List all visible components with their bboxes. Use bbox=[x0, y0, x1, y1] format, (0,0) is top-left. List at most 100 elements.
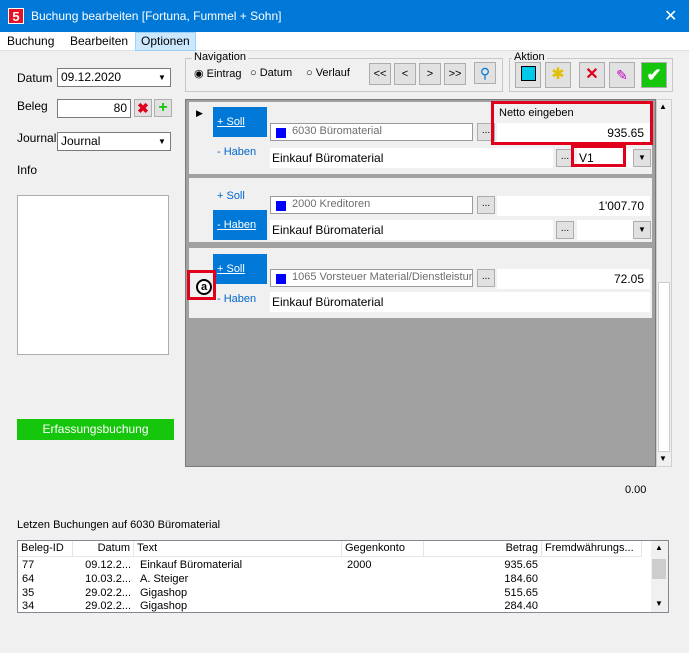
soll-button[interactable]: + Soll bbox=[213, 107, 267, 137]
column-header[interactable]: Betrag bbox=[424, 541, 542, 557]
info-textarea[interactable] bbox=[17, 195, 169, 355]
menu-buchung[interactable]: Buchung bbox=[7, 34, 54, 48]
chevron-down-icon[interactable]: ▼ bbox=[633, 221, 651, 239]
text-field[interactable]: Einkauf Büromaterial bbox=[270, 148, 553, 168]
clear-icon[interactable]: ✎ bbox=[609, 62, 635, 88]
copy-icon[interactable] bbox=[515, 62, 541, 88]
history-title: Letzen Buchungen auf 6030 Büromaterial bbox=[17, 519, 221, 531]
datum-label: Datum bbox=[17, 71, 53, 85]
vat-select[interactable] bbox=[577, 220, 634, 240]
scroll-thumb[interactable] bbox=[658, 282, 670, 452]
chevron-down-icon[interactable]: ▼ bbox=[633, 149, 651, 167]
account-browse-button[interactable]: ... bbox=[477, 196, 495, 214]
soll-button[interactable]: + Soll bbox=[213, 181, 267, 211]
nav-first-button[interactable]: << bbox=[369, 63, 391, 85]
haben-button[interactable]: - Haben bbox=[213, 137, 267, 167]
table-cell: 29.02.2... bbox=[85, 587, 131, 599]
erfassungsbuchung-button[interactable]: Erfassungsbuchung bbox=[17, 419, 174, 440]
table-cell: 09.12.2... bbox=[85, 559, 131, 571]
chevron-down-icon[interactable]: ▼ bbox=[154, 133, 170, 150]
column-header[interactable]: Text bbox=[134, 541, 342, 557]
account-color-icon bbox=[276, 274, 286, 284]
table-cell: 34 bbox=[22, 600, 35, 612]
table-cell: 284.40 bbox=[504, 600, 538, 612]
text-field[interactable]: Einkauf Büromaterial bbox=[270, 292, 650, 312]
history-table[interactable]: Beleg-ID Datum Text Gegenkonto Betrag Fr… bbox=[17, 540, 669, 613]
table-cell: 35 bbox=[22, 587, 35, 599]
soll-button[interactable]: + Soll bbox=[213, 254, 267, 284]
account-text: 2000 Kreditoren bbox=[292, 198, 371, 210]
haben-button[interactable]: - Haben bbox=[213, 210, 267, 240]
nav-last-button[interactable]: >> bbox=[444, 63, 466, 85]
datum-field[interactable]: 09.12.2020 ▼ bbox=[57, 68, 171, 87]
text-browse-button[interactable]: ... bbox=[556, 221, 574, 239]
balance-value: 0.00 bbox=[625, 484, 647, 496]
amount-field[interactable]: 1'007.70 bbox=[497, 196, 650, 216]
confirm-icon[interactable]: ✔ bbox=[641, 62, 667, 88]
table-cell: 935.65 bbox=[504, 559, 538, 571]
menu-bar: Buchung Bearbeiten Optionen bbox=[0, 32, 689, 51]
account-text: 6030 Büromaterial bbox=[292, 125, 382, 137]
entries-scrollbar[interactable]: ▲ ▼ bbox=[656, 99, 672, 467]
nav-next-button[interactable]: > bbox=[419, 63, 441, 85]
table-cell: 2000 bbox=[347, 559, 372, 571]
title-bar: 5 Buchung bearbeiten [Fortuna, Fummel + … bbox=[0, 0, 689, 32]
table-cell: 29.02.2... bbox=[85, 600, 131, 612]
table-cell: Gigashop bbox=[140, 587, 188, 599]
beleg-label: Beleg bbox=[17, 99, 48, 113]
haben-button[interactable]: - Haben bbox=[213, 284, 267, 314]
search-icon[interactable]: ⚲ bbox=[474, 62, 496, 84]
delete-icon[interactable]: ✖ bbox=[134, 99, 152, 117]
account-field[interactable]: 2000 Kreditoren bbox=[270, 196, 473, 214]
journal-select[interactable]: Journal ▼ bbox=[57, 132, 171, 151]
highlight-marker bbox=[187, 270, 216, 300]
table-cell: 10.03.2... bbox=[85, 573, 131, 585]
menu-optionen[interactable]: Optionen bbox=[135, 32, 196, 51]
row-pointer-icon: ▶ bbox=[196, 108, 203, 118]
column-header[interactable]: Datum bbox=[73, 541, 134, 557]
app-icon: 5 bbox=[8, 8, 24, 24]
new-icon[interactable]: ✱ bbox=[545, 62, 571, 88]
window-title: Buchung bearbeiten [Fortuna, Fummel + So… bbox=[31, 9, 282, 23]
table-cell: Einkauf Büromaterial bbox=[140, 559, 243, 571]
chevron-down-icon[interactable]: ▼ bbox=[154, 69, 170, 86]
close-icon[interactable]: ✕ bbox=[664, 6, 677, 26]
account-browse-button[interactable]: ... bbox=[477, 269, 495, 287]
scroll-up-icon[interactable]: ▲ bbox=[655, 543, 663, 552]
radio-eintrag[interactable]: ◉ Eintrag bbox=[194, 67, 242, 80]
scroll-thumb[interactable] bbox=[652, 559, 666, 579]
highlight-netto bbox=[491, 101, 653, 145]
account-field[interactable]: 1065 Vorsteuer Material/Dienstleistungen bbox=[270, 269, 473, 287]
nav-prev-button[interactable]: < bbox=[394, 63, 416, 85]
column-header[interactable]: Fremdwährungs... bbox=[542, 541, 642, 557]
amount-field[interactable]: 72.05 bbox=[497, 269, 650, 289]
table-cell: 77 bbox=[22, 559, 35, 571]
text-field[interactable]: Einkauf Büromaterial bbox=[270, 220, 553, 240]
account-color-icon bbox=[276, 128, 286, 138]
entry-row: + Soll - Haben a 1065 Vorsteuer Material… bbox=[189, 248, 652, 318]
menu-bearbeiten[interactable]: Bearbeiten bbox=[70, 34, 128, 48]
column-header[interactable]: Beleg-ID bbox=[18, 541, 73, 557]
info-label: Info bbox=[17, 163, 38, 177]
table-cell: 515.65 bbox=[504, 587, 538, 599]
radio-verlauf[interactable]: ○ Verlauf bbox=[306, 67, 350, 79]
radio-verlauf-label: Verlauf bbox=[315, 67, 350, 79]
account-color-icon bbox=[276, 201, 286, 211]
radio-datum[interactable]: ○ Datum bbox=[250, 67, 292, 79]
table-cell: 184.60 bbox=[504, 573, 538, 585]
column-header[interactable]: Gegenkonto bbox=[342, 541, 424, 557]
scroll-up-icon[interactable]: ▲ bbox=[659, 102, 667, 111]
delete-entry-icon[interactable]: ✕ bbox=[579, 62, 605, 88]
radio-datum-label: Datum bbox=[259, 67, 293, 79]
account-field[interactable]: 6030 Büromaterial bbox=[270, 123, 473, 141]
beleg-field[interactable]: 80 bbox=[57, 99, 131, 118]
navigation-label: Navigation bbox=[192, 51, 248, 63]
account-text: 1065 Vorsteuer Material/Dienstleistungen bbox=[292, 271, 472, 283]
radio-eintrag-label: Eintrag bbox=[206, 68, 242, 80]
table-cell: Gigashop bbox=[140, 600, 188, 612]
add-icon[interactable]: + bbox=[154, 99, 172, 117]
scroll-down-icon[interactable]: ▼ bbox=[659, 454, 667, 463]
history-scrollbar[interactable]: ▲ ▼ bbox=[651, 541, 668, 612]
journal-label: Journal bbox=[17, 131, 57, 145]
scroll-down-icon[interactable]: ▼ bbox=[655, 599, 663, 608]
